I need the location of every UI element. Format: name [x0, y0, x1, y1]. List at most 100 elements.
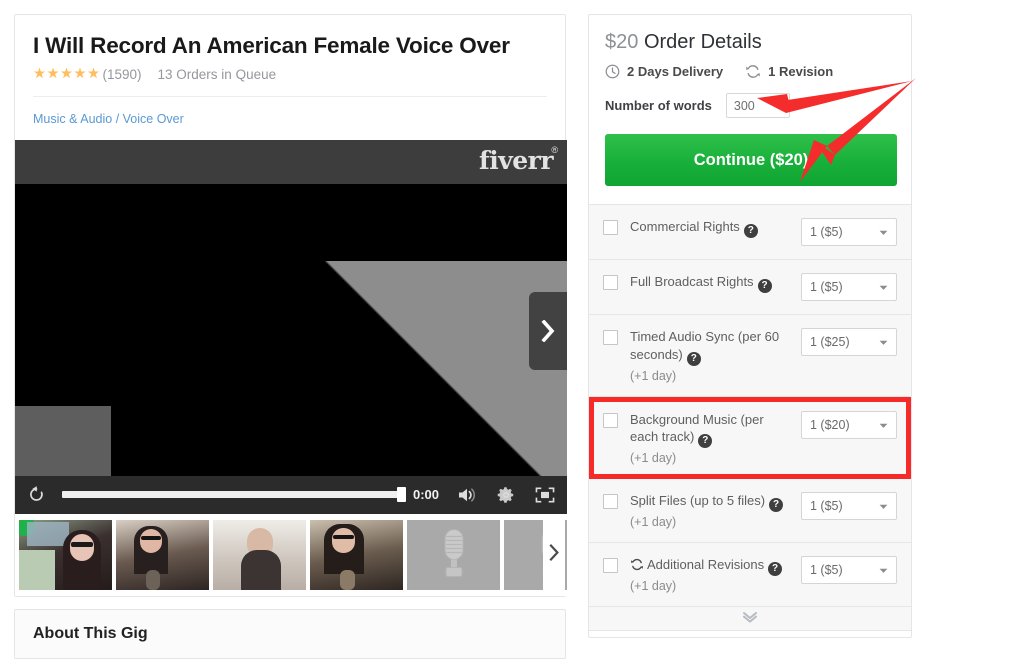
clock-icon	[605, 64, 620, 79]
help-icon[interactable]: ?	[686, 351, 701, 366]
thumbnail-strip[interactable]	[15, 513, 567, 596]
extra-label-timed-audio-sync: Timed Audio Sync (per 60 seconds)?	[630, 328, 793, 366]
delivery-time-label: 2 Days Delivery	[627, 64, 724, 79]
extra-label-text: Timed Audio Sync (per 60 seconds)	[630, 329, 780, 362]
help-icon[interactable]: ?	[769, 498, 784, 513]
thumbnail-person-mic[interactable]	[116, 519, 209, 590]
extra-row-background-music-per[interactable]: Background Music (per each track)? (+1 da…	[589, 396, 911, 480]
extra-quantity-value: 1 ($5)	[810, 563, 843, 578]
extra-quantity-select-timed-audio-sync[interactable]: 1 ($25)	[801, 328, 897, 356]
extra-label-commercial-rights: Commercial Rights?	[630, 218, 793, 238]
revision-count: 1 Revision	[745, 64, 833, 79]
extra-row-split-files-up[interactable]: Split Files (up to 5 files)? (+1 day) 1 ($…	[589, 479, 911, 544]
order-details-panel: $20 Order Details 2 Days Delivery 1 Revi…	[588, 14, 912, 638]
chevron-double-down-icon	[741, 610, 759, 628]
extra-label-background-music-per: Background Music (per each track)?	[630, 411, 793, 449]
extra-quantity-value: 1 ($5)	[810, 280, 843, 294]
volume-icon[interactable]	[457, 486, 477, 504]
number-of-words-label: Number of words	[605, 98, 712, 113]
extra-quantity-select-split-files-up[interactable]: 1 ($5)	[801, 492, 897, 521]
breadcrumb-separator: /	[112, 111, 123, 126]
continue-button[interactable]: Continue ($20)	[605, 134, 897, 186]
refresh-icon	[630, 558, 644, 576]
video-progress-handle[interactable]	[396, 487, 406, 503]
video-stage[interactable]	[15, 183, 567, 476]
fullscreen-icon[interactable]	[535, 486, 555, 504]
gig-extras-list: Commercial Rights? 1 ($5) Full Broadcast R…	[589, 204, 911, 608]
video-progress-slider[interactable]	[62, 487, 406, 503]
extra-quantity-select-additional-revisions[interactable]: 1 ($5)	[801, 556, 897, 585]
extra-label-text: Split Files (up to 5 files)	[630, 493, 766, 509]
extra-row-timed-audio-sync[interactable]: Timed Audio Sync (per 60 seconds)? (+1 da…	[589, 315, 911, 397]
extra-row-commercial-rights[interactable]: Commercial Rights? 1 ($5)	[589, 205, 911, 260]
extra-text-block: Commercial Rights?	[618, 218, 801, 238]
order-details-title: $20 Order Details	[605, 31, 895, 54]
star-rating-icon: ★★★★★	[33, 66, 101, 83]
extra-checkbox-timed-audio-sync[interactable]	[603, 330, 618, 345]
page-root: I Will Record An American Female Voice O…	[0, 0, 1024, 662]
orders-in-queue: 13 Orders in Queue	[157, 66, 277, 82]
thumbnail-person-webcam[interactable]	[19, 519, 112, 590]
extra-label-full-broadcast-rights: Full Broadcast Rights?	[630, 273, 793, 293]
extra-checkbox-split-files-up[interactable]	[603, 494, 618, 510]
rating-row: ★★★★★ (1590) 13 Orders in Queue	[33, 67, 547, 96]
microphone-icon	[436, 525, 472, 584]
chevron-down-icon	[879, 497, 888, 515]
extra-quantity-select-commercial-rights[interactable]: 1 ($5)	[801, 218, 897, 246]
thumbnail-microphone-1[interactable]	[407, 519, 500, 590]
extra-quantity-value: 1 ($5)	[810, 499, 843, 514]
breadcrumb-link-subcategory[interactable]: Voice Over	[123, 112, 184, 126]
show-more-extras-button[interactable]	[589, 607, 911, 632]
next-slide-button[interactable]	[529, 291, 567, 370]
help-icon[interactable]: ?	[743, 224, 758, 238]
video-frame-content-secondary	[15, 405, 111, 476]
breadcrumb-link-category[interactable]: Music & Audio	[33, 112, 112, 126]
help-icon[interactable]: ?	[768, 562, 783, 577]
extra-extra-days: (+1 day)	[630, 515, 677, 530]
registered-trademark-icon: ®	[551, 144, 558, 155]
video-topbar: fiverr ®	[15, 139, 567, 184]
chevron-down-icon	[879, 223, 888, 241]
delivery-time: 2 Days Delivery	[605, 64, 723, 79]
extra-quantity-select-full-broadcast-rights[interactable]: 1 ($5)	[801, 273, 897, 301]
extra-text-block: Split Files (up to 5 files)? (+1 day)	[618, 492, 801, 529]
order-price: $20	[605, 31, 639, 53]
extra-quantity-select-background-music-per[interactable]: 1 ($20)	[801, 410, 897, 439]
thumbnail-detail	[19, 549, 55, 590]
number-of-words-input[interactable]	[725, 93, 790, 118]
help-icon[interactable]: ?	[698, 434, 713, 449]
gear-icon[interactable]	[497, 486, 515, 504]
extra-row-additional-revisions[interactable]: Additional Revisions? (+1 day) 1 ($5)	[589, 543, 911, 608]
revision-count-label: 1 Revision	[768, 64, 834, 79]
extra-checkbox-background-music-per[interactable]	[603, 412, 618, 428]
gig-column: I Will Record An American Female Voice O…	[14, 14, 567, 659]
thumbnail-detail	[140, 528, 162, 553]
thumbnail-detail	[71, 541, 93, 547]
breadcrumb: Music & Audio / Voice Over	[33, 95, 547, 140]
extra-checkbox-additional-revisions[interactable]	[603, 558, 618, 574]
thumbnail-person-mic-2[interactable]	[310, 519, 403, 590]
chevron-down-icon	[879, 278, 888, 296]
extra-checkbox-full-broadcast-rights[interactable]	[603, 275, 618, 290]
extra-quantity-value: 1 ($20)	[810, 417, 850, 432]
order-details-header: $20 Order Details 2 Days Delivery 1 Revi…	[589, 15, 911, 186]
extra-row-full-broadcast-rights[interactable]: Full Broadcast Rights? 1 ($5)	[589, 260, 911, 315]
about-gig-title: About This Gig	[33, 624, 148, 642]
replay-icon[interactable]	[27, 485, 46, 504]
video-player[interactable]: fiverr ® 0:00	[15, 139, 567, 514]
extra-checkbox-commercial-rights[interactable]	[603, 220, 618, 235]
video-controls-bar[interactable]: 0:00	[15, 475, 567, 514]
extra-text-block: Background Music (per each track)? (+1 da…	[618, 411, 801, 466]
number-of-words-row: Number of words	[605, 93, 895, 118]
refresh-icon	[745, 64, 761, 79]
thumbnail-detail	[70, 533, 94, 561]
gig-header: I Will Record An American Female Voice O…	[15, 15, 565, 140]
chevron-right-icon	[540, 319, 556, 342]
thumbnail-detail	[241, 549, 281, 590]
extra-text-block: Additional Revisions? (+1 day)	[618, 556, 801, 593]
extra-extra-days: (+1 day)	[630, 368, 677, 383]
extra-quantity-value: 1 ($5)	[810, 225, 843, 239]
thumbnail-person-portrait[interactable]	[213, 519, 306, 590]
help-icon[interactable]: ?	[757, 279, 772, 293]
thumbnail-next-button[interactable]	[543, 513, 565, 596]
